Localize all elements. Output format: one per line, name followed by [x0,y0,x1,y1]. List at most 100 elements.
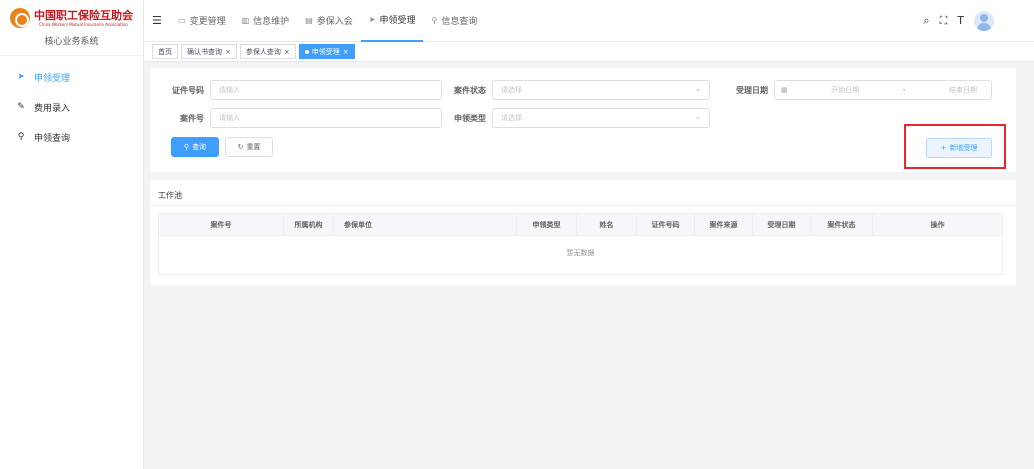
column-header: 申领类型 [517,214,577,235]
tab-label: 参保人查询 [245,47,281,56]
tab-home[interactable]: 首页 [152,44,178,59]
sidebar-item-label: 费用录入 [34,103,71,114]
query-button[interactable]: ⚲ 查询 [171,137,219,157]
calendar-icon: ▦ [781,86,788,94]
logo-emblem-icon [10,8,30,28]
work-pool-title: 工作池 [150,180,1016,206]
sidebar-item-claim-accept[interactable]: ➤ 申领受理 [0,62,143,92]
logo-subtitle: China Workers Mutual Insurance Associati… [39,21,128,27]
sidebar: 中国职工保险互助会 China Workers Mutual Insurance… [0,0,144,469]
tabs-bar: 首页 确认书查询 × 参保人查询 × 申领受理 × [144,42,1034,62]
document-icon: ▤ [305,16,313,25]
close-icon[interactable]: × [284,48,290,56]
tab-label: 申领受理 [311,47,340,56]
column-header: 操作 [930,220,945,229]
nav-item-change-management[interactable]: ▭ 变更管理 [170,0,234,42]
column-header: 案件状态 [811,214,873,235]
id-number-input[interactable]: 请输入 [210,80,442,100]
table-header: 案件号 所属机构 参保单位 申领类型 姓名 证件号码 案件来源 受理日期 案件状… [159,214,1002,236]
header-actions: ⌕ ⛶ T [923,10,1034,31]
id-number-field: 证件号码 请输入 [164,80,442,100]
nav-item-label: 信息查询 [441,17,478,27]
chevron-down-icon: ⌄ [695,85,701,93]
menu-toggle-icon[interactable]: ☰ [144,14,170,27]
button-label: 查询 [192,143,207,151]
logo-text-block: 中国职工保险互助会 China Workers Mutual Insurance… [34,8,133,27]
sidebar-item-claim-query[interactable]: ⚲ 申领查询 [0,122,143,152]
claim-type-field: 申领类型 请选择 ⌄ [446,108,710,128]
search-icon: ⚲ [183,143,190,151]
search-icon[interactable]: ⌕ [923,14,929,28]
field-label: 证件号码 [172,85,204,95]
tab-label: 首页 [158,47,172,56]
nav-item-enrollment[interactable]: ▤ 参保入会 [297,0,361,42]
accept-date-field: 受理日期 ▦ 开始日期 - 结束日期 [728,80,992,100]
logo: 中国职工保险互助会 China Workers Mutual Insurance… [0,0,143,56]
red-highlight-box [904,124,1006,169]
sidebar-item-label: 申领查询 [34,133,71,144]
tab-label: 确认书查询 [187,47,222,56]
case-number-input[interactable]: 请输入 [210,108,442,128]
work-pool-table: 案件号 所属机构 参保单位 申领类型 姓名 证件号码 案件来源 受理日期 案件状… [158,213,1003,275]
avatar[interactable] [974,10,994,31]
select-placeholder: 请选择 [501,114,522,122]
sidebar-item-label: 申领受理 [34,73,71,84]
send-icon: ➤ [17,72,25,82]
claim-type-select[interactable]: 请选择 ⌄ [492,108,710,128]
monitor-icon: ▭ [178,16,186,25]
font-size-icon[interactable]: T [957,14,964,27]
field-label: 受理日期 [736,85,768,95]
end-date-input[interactable]: 结束日期 [949,85,977,95]
chevron-down-icon: ⌄ [695,113,701,121]
column-header: 案件号 [159,214,284,235]
tab-insured-query[interactable]: 参保人查询 × [239,44,296,59]
tab-confirmation-query[interactable]: 确认书查询 × [181,44,237,59]
case-status-select[interactable]: 请选择 ⌄ [492,80,710,100]
field-label: 案件号 [180,113,204,123]
date-separator: - [902,86,906,94]
button-label: 重置 [246,143,261,151]
top-header: ☰ ▭ 变更管理 ▥ 信息维护 ▤ 参保入会 ➤ 申领受理 ⚲ 信息查询 ⌕ ⛶… [144,0,1034,42]
nav-item-label: 参保入会 [316,17,353,27]
nav-item-claim-accept[interactable]: ➤ 申领受理 [360,0,424,42]
sidebar-item-fee-entry[interactable]: ✎ 费用录入 [0,92,143,122]
column-header: 证件号码 [637,214,695,235]
work-pool: 工作池 案件号 所属机构 参保单位 申领类型 姓名 证件号码 案件来源 受理日期… [150,180,1016,285]
chart-icon: ▥ [241,16,250,25]
column-header: 参保单位 [334,214,517,235]
column-header: 所属机构 [284,214,334,235]
select-placeholder: 请选择 [501,86,522,94]
nav-item-info-query[interactable]: ⚲ 信息查询 [423,0,485,42]
top-nav: ▭ 变更管理 ▥ 信息维护 ▤ 参保入会 ➤ 申领受理 ⚲ 信息查询 [170,0,485,42]
logo-name: 中国职工保险互助会 [34,8,133,22]
sidebar-menu: ➤ 申领受理 ✎ 费用录入 ⚲ 申领查询 [0,62,143,152]
main-content: 证件号码 请输入 案件状态 请选择 ⌄ 受理日期 ▦ 开始日期 - 结束日期 案… [150,68,1016,285]
search-icon: ⚲ [431,16,438,25]
reset-button[interactable]: ↻ 重置 [225,137,273,157]
tab-claim-accept[interactable]: 申领受理 × [298,44,355,59]
nav-item-label: 信息维护 [253,17,290,27]
close-icon[interactable]: × [225,48,231,56]
logo-row: 中国职工保险互助会 China Workers Mutual Insurance… [0,8,143,28]
field-label: 案件状态 [454,85,486,95]
refresh-icon: ↻ [237,143,244,151]
search-form: 证件号码 请输入 案件状态 请选择 ⌄ 受理日期 ▦ 开始日期 - 结束日期 案… [150,68,1016,172]
system-name: 核心业务系统 [44,37,99,47]
empty-state: 暂无数据 [566,249,595,257]
column-header: 案件来源 [695,214,753,235]
active-dot-icon [304,49,309,54]
nav-item-label: 变更管理 [189,17,226,27]
case-number-field: 案件号 请输入 [164,108,442,128]
case-status-field: 案件状态 请选择 ⌄ [446,80,710,100]
column-header: 姓名 [577,214,637,235]
close-icon[interactable]: × [343,48,349,56]
start-date-input[interactable]: 开始日期 [831,85,859,95]
nav-item-info-maintenance[interactable]: ▥ 信息维护 [234,0,298,42]
fullscreen-icon[interactable]: ⛶ [940,14,948,28]
edit-icon: ✎ [17,102,25,112]
app: 中国职工保险互助会 China Workers Mutual Insurance… [0,0,1034,469]
accept-date-range[interactable]: ▦ 开始日期 - 结束日期 [774,80,992,100]
nav-item-label: 申领受理 [379,16,416,26]
column-header: 受理日期 [753,214,811,235]
send-icon: ➤ [368,15,376,24]
